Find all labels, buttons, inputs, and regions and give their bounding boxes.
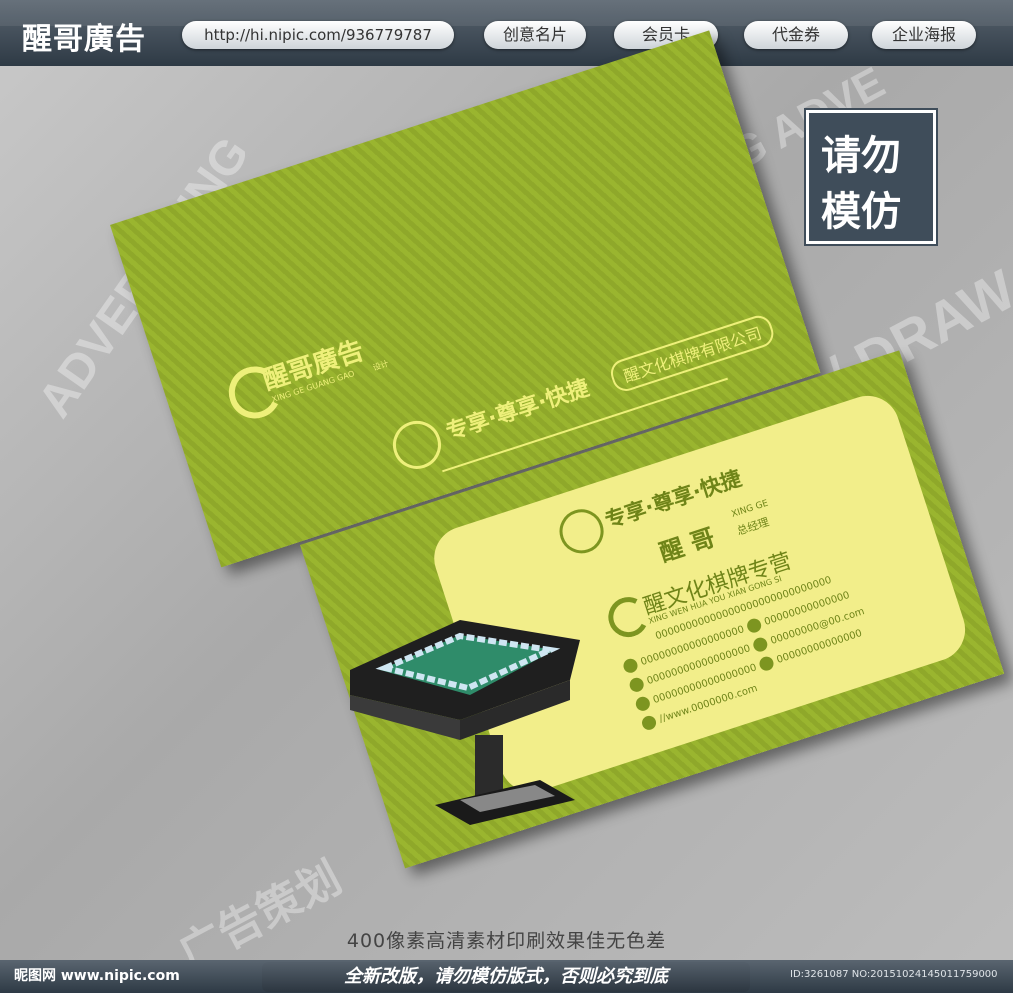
top-bar: 醒哥廣告 http://hi.nipic.com/936779787 创意名片 … [0,0,1013,66]
footer-site-link[interactable]: 昵图网 www.nipic.com [14,965,180,985]
footer-image-id: ID:3261087 NO:20151024145011759000 [790,969,998,980]
footer-notice: 全新改版，请勿模仿版式，否则必究到底 [262,962,750,992]
stamp-line1: 请勿 [821,132,901,179]
mahjong-table-image [350,620,580,825]
stamp-line2: 模仿 [821,188,901,235]
nav-voucher[interactable]: 代金券 [744,21,848,49]
url-link[interactable]: http://hi.nipic.com/936779787 [182,21,454,49]
card-back-slogan: 专享·尊享·快捷 [443,375,593,446]
site-logo[interactable]: 醒哥廣告 [22,14,146,58]
caption-text: 400像素高清素材印刷效果佳无色差 [346,930,667,952]
card-back-company: 醒文化棋牌有限公司 [607,312,778,395]
card-back-brand-tag: 设计 [371,358,390,373]
nav-enterprise-poster[interactable]: 企业海报 [872,21,976,49]
globe-pin-icon [386,414,448,476]
no-copy-stamp: 请勿 模仿 [806,110,936,244]
nav-creative-card[interactable]: 创意名片 [484,21,586,49]
